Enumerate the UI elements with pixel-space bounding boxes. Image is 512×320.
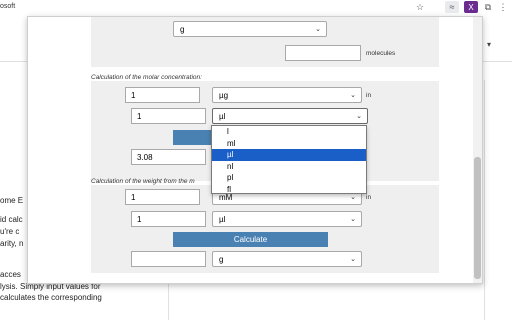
volume-unit-dropdown[interactable]: l ml µl nl pl fl — [211, 125, 367, 194]
molecules-label: molecules — [366, 50, 396, 57]
mass-unit-select[interactable]: µg ⌄ — [212, 87, 362, 103]
dropdown-option[interactable]: µl — [212, 149, 366, 161]
background-text-line: arity, n — [0, 239, 24, 248]
weight-volume-unit-value: µl — [219, 215, 226, 224]
background-text-line: ome E — [0, 196, 24, 205]
browser-toolbar — [0, 0, 512, 16]
mass-unit-value: µg — [219, 91, 229, 100]
weight-result-unit-value: g — [219, 255, 224, 264]
background-text-line: id calc — [0, 215, 23, 224]
page-divider — [168, 282, 169, 320]
extension-icon[interactable]: ≈ — [445, 1, 459, 13]
weight-result-field[interactable] — [131, 251, 206, 267]
extension-purple-icon[interactable]: X — [464, 1, 478, 13]
page-divider — [483, 61, 512, 62]
chevron-down-icon: ⌄ — [350, 216, 356, 223]
background-text-line: calculates the corresponding — [0, 293, 102, 302]
background-text-line: acces — [0, 270, 21, 279]
dropdown-option[interactable]: fl — [212, 184, 366, 196]
in-label: in — [366, 92, 372, 99]
tab-title-fragment[interactable]: osoft — [0, 3, 15, 10]
volume-input[interactable]: 1 — [131, 108, 206, 124]
volume-unit-select[interactable]: µl ⌄ — [212, 108, 368, 124]
in-label: in — [366, 194, 372, 201]
unit-select-value: g — [180, 25, 185, 34]
calculate-weight-button[interactable]: Calculate — [173, 232, 328, 247]
unit-select[interactable]: g ⌄ — [173, 21, 327, 37]
page-divider — [484, 80, 485, 320]
weight-volume-unit-select[interactable]: µl ⌄ — [212, 211, 362, 227]
dropdown-option[interactable]: pl — [212, 172, 366, 184]
chevron-down-icon: ⌄ — [350, 256, 356, 263]
dropdown-option[interactable]: l — [212, 126, 366, 138]
molar-section-label: Calculation of the molar concentration: — [91, 74, 202, 81]
weight-result-unit-select[interactable]: g ⌄ — [212, 251, 362, 267]
scrollbar-thumb[interactable] — [474, 157, 481, 279]
background-text-line: u're c — [0, 227, 20, 236]
scrollbar[interactable] — [473, 17, 482, 283]
dropdown-option[interactable]: nl — [212, 161, 366, 173]
mass-input[interactable]: 1 — [125, 87, 200, 103]
dropdown-option[interactable]: ml — [212, 138, 366, 150]
extensions-puzzle-icon[interactable]: ⧉ — [481, 1, 495, 13]
chevron-down-icon[interactable]: ▾ — [487, 40, 491, 49]
weight-section-label: Calculation of the weight from the m — [91, 178, 195, 185]
concentration-input[interactable]: 1 — [125, 189, 200, 205]
more-icon[interactable]: ⋮ — [498, 1, 508, 13]
chevron-down-icon: ⌄ — [315, 26, 321, 33]
volume-unit-value: µl — [219, 112, 226, 121]
chevron-down-icon: ⌄ — [350, 92, 356, 99]
molecules-input[interactable] — [285, 45, 361, 61]
star-icon[interactable]: ☆ — [413, 1, 427, 13]
weight-volume-input[interactable]: 1 — [131, 211, 206, 227]
molar-result-field[interactable]: 3.08 — [131, 149, 206, 165]
chevron-down-icon: ⌄ — [356, 113, 362, 120]
